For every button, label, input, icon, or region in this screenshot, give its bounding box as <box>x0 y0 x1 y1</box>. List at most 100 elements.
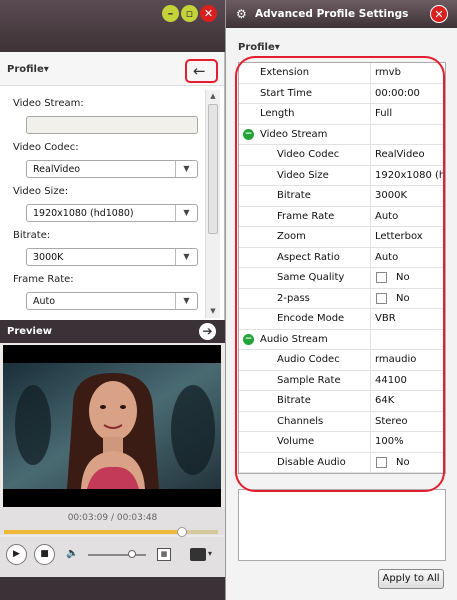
apply-to-all-button[interactable]: Apply to All <box>378 569 444 589</box>
property-row[interactable]: Audio Codec rmaudio <box>239 350 445 371</box>
minimize-icon[interactable]: – <box>162 5 179 22</box>
property-row[interactable]: Encode Mode VBR <box>239 309 445 330</box>
profile-header: Profile▾ ← <box>0 52 224 86</box>
property-key: Encode Mode <box>277 313 345 324</box>
field-label: Video Size: <box>13 186 69 197</box>
property-key: Bitrate <box>277 190 311 201</box>
camera-icon[interactable] <box>190 548 206 561</box>
property-row[interactable]: Video Codec RealVideo <box>239 145 445 166</box>
property-key: Extension <box>260 67 310 78</box>
arrow-right-icon[interactable]: ➔ <box>199 323 216 340</box>
property-value[interactable]: RealVideo <box>375 149 445 160</box>
property-row[interactable]: Bitrate 3000K <box>239 186 445 207</box>
field-select[interactable]: Auto ▼ <box>26 292 198 310</box>
property-value[interactable]: rmaudio <box>375 354 445 365</box>
property-grid: Extension rmvb Start Time 00:00:00 Length Ful… <box>238 62 446 474</box>
field-select[interactable]: 3000K ▼ <box>26 248 198 266</box>
property-row[interactable]: Channels Stereo <box>239 411 445 432</box>
play-button[interactable]: ▶ <box>6 544 27 565</box>
property-key: Sample Rate <box>277 374 341 386</box>
dialog-profile-dropdown[interactable]: Profile▾ <box>238 42 280 53</box>
property-value[interactable]: VBR <box>375 313 445 324</box>
property-group-row[interactable]: − Video Stream <box>239 124 445 145</box>
property-value[interactable]: Letterbox <box>375 231 445 242</box>
field-value: 1920x1080 (hd1080) <box>33 208 134 219</box>
stop-icon: ■ <box>40 549 49 559</box>
volume-handle[interactable] <box>127 550 136 558</box>
property-value[interactable]: Stereo <box>375 416 445 427</box>
profile-pane: Profile▾ ← Video Stream: Video Codec: Real… <box>0 52 225 320</box>
property-key: Video Stream <box>260 128 328 140</box>
property-row[interactable]: Extension rmvb <box>239 63 445 84</box>
close-icon[interactable]: ✕ <box>200 5 217 22</box>
video-stream-field[interactable] <box>26 116 198 134</box>
property-row[interactable]: Same Quality No <box>239 268 445 289</box>
property-key: Frame Rate <box>277 210 335 222</box>
snapshot-folder-icon[interactable]: ▦ <box>157 548 171 561</box>
property-row[interactable]: Bitrate 64K <box>239 391 445 412</box>
property-row[interactable]: Zoom Letterbox <box>239 227 445 248</box>
property-row[interactable]: Volume 100% <box>239 432 445 453</box>
property-key: Same Quality <box>277 272 345 283</box>
restore-icon[interactable]: ▫ <box>181 5 198 22</box>
scroll-up-icon[interactable]: ▲ <box>206 90 220 103</box>
chevron-down-icon[interactable]: ▼ <box>175 161 197 177</box>
property-checkbox[interactable] <box>376 292 387 304</box>
property-row[interactable]: 2-pass No <box>239 288 445 309</box>
collapse-icon[interactable]: − <box>243 128 254 140</box>
stop-button[interactable]: ■ <box>34 544 55 565</box>
property-value[interactable]: rmvb <box>375 67 445 78</box>
chevron-down-icon[interactable]: ▼ <box>175 249 197 265</box>
seek-bar[interactable] <box>4 527 218 537</box>
property-row[interactable]: Start Time 00:00:00 <box>239 83 445 104</box>
property-value[interactable]: 00:00:00 <box>375 88 445 99</box>
scroll-thumb[interactable] <box>208 104 218 234</box>
collapse-icon[interactable]: − <box>243 333 254 345</box>
back-button[interactable]: ← <box>185 59 218 83</box>
property-checkbox[interactable] <box>376 456 387 468</box>
seek-fill <box>4 530 182 534</box>
profile-scrollbar[interactable]: ▲ ▼ <box>205 90 220 318</box>
property-row[interactable]: Aspect Ratio Auto <box>239 247 445 268</box>
field-select[interactable]: 1920x1080 (hd1080) ▼ <box>26 204 198 222</box>
column-divider <box>370 432 371 452</box>
property-value[interactable]: 1920x1080 (hd1 <box>375 170 445 181</box>
property-row[interactable]: Video Size 1920x1080 (hd1 <box>239 165 445 186</box>
property-key: Length <box>260 108 295 119</box>
main-bottom-bar <box>0 577 225 600</box>
scroll-down-icon[interactable]: ▼ <box>206 305 220 318</box>
column-divider <box>370 145 371 165</box>
column-divider <box>370 83 371 104</box>
property-value[interactable]: 100% <box>375 436 445 447</box>
property-group-row[interactable]: − Audio Stream <box>239 329 445 350</box>
property-row[interactable]: Disable Audio No <box>239 452 445 473</box>
volume-icon[interactable]: 🔈 <box>66 548 78 559</box>
property-row[interactable]: Length Full <box>239 104 445 125</box>
field-select[interactable]: RealVideo ▼ <box>26 160 198 178</box>
volume-slider[interactable] <box>88 550 146 558</box>
profile-dropdown[interactable]: Profile▾ <box>7 64 49 75</box>
dialog-title: Advanced Profile Settings <box>255 8 409 20</box>
property-value[interactable]: Full <box>375 108 445 119</box>
column-divider <box>370 391 371 411</box>
property-value[interactable]: 44100 <box>375 375 445 386</box>
property-key: Audio Codec <box>277 354 340 365</box>
property-value[interactable]: 64K <box>375 395 445 406</box>
chevron-down-icon[interactable]: ▼ <box>175 205 197 221</box>
camera-dropdown-icon[interactable]: ▾ <box>208 549 212 558</box>
property-value[interactable]: Auto <box>375 211 445 222</box>
preview-title: Preview <box>7 326 53 337</box>
property-row[interactable]: Sample Rate 44100 <box>239 370 445 391</box>
column-divider <box>370 104 371 124</box>
dialog-close-icon[interactable]: ✕ <box>430 5 448 23</box>
chevron-down-icon[interactable]: ▼ <box>175 293 197 309</box>
column-divider <box>370 350 371 370</box>
settings-gear-icon: ⚙ <box>236 7 247 21</box>
column-divider <box>370 329 371 350</box>
property-checkbox[interactable] <box>376 272 387 283</box>
property-key: Volume <box>277 436 315 447</box>
property-row[interactable]: Frame Rate Auto <box>239 206 445 227</box>
property-value[interactable]: 3000K <box>375 190 445 201</box>
seek-handle[interactable] <box>176 527 187 537</box>
property-value[interactable]: Auto <box>375 252 445 263</box>
